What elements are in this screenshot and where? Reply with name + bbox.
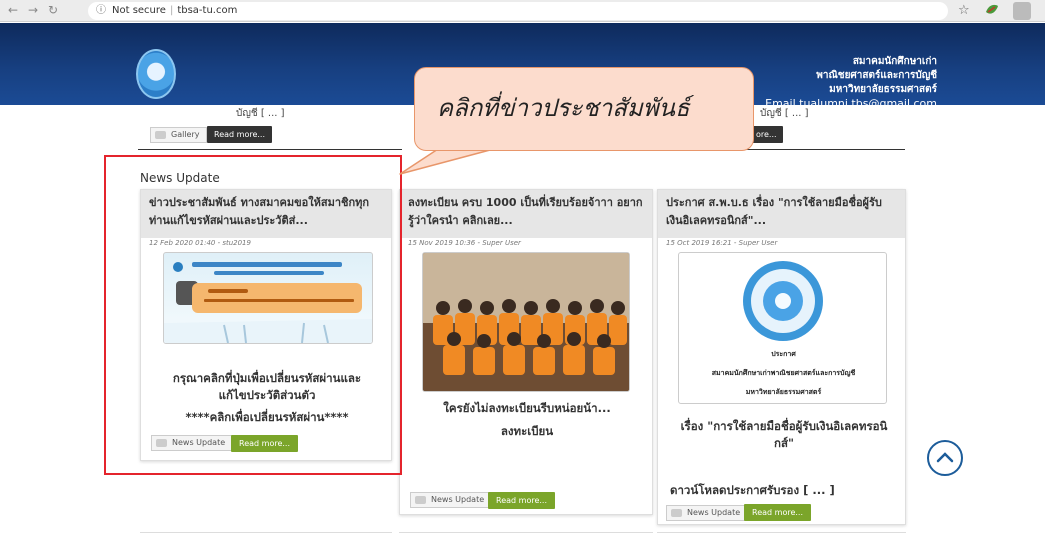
- org-name-line3: มหาวิทยาลัยธรรมศาสตร์: [829, 84, 937, 95]
- group-photo: [423, 253, 629, 391]
- folder-icon: [155, 131, 166, 139]
- reload-icon[interactable]: ↻: [46, 3, 60, 17]
- news-card-image[interactable]: ประกาศ สมาคมนักศึกษาเก่าพาณิชยศาสตร์และก…: [678, 252, 887, 404]
- news-card-meta: 15 Oct 2019 16:21 - Super User: [666, 239, 778, 247]
- category-label: News Update: [687, 508, 741, 517]
- forward-icon[interactable]: →: [26, 3, 40, 17]
- bookmark-star-icon[interactable]: ☆: [958, 3, 970, 18]
- gallery-label: Gallery: [171, 130, 200, 139]
- divider: [138, 149, 402, 150]
- prev-article-text-right: บัญชี [ ... ]: [760, 108, 809, 119]
- chevron-up-icon: [936, 452, 954, 463]
- info-icon[interactable]: ⓘ: [96, 5, 106, 16]
- highlight-box: [104, 155, 402, 475]
- next-card-edge: [657, 532, 906, 540]
- news-card-image[interactable]: [422, 252, 630, 392]
- prev-article-text-left: บัญชี [ ... ]: [236, 108, 285, 119]
- instruction-callout: คลิกที่ข่าวประชาสัมพันธ์: [414, 67, 754, 151]
- gallery-category-button[interactable]: Gallery: [150, 127, 207, 143]
- browser-toolbar: ← → ↻ ⓘ Not secure | tbsa-tu.com ☆: [0, 0, 1045, 22]
- folder-icon: [671, 509, 682, 517]
- association-logo[interactable]: [136, 49, 176, 99]
- scroll-to-top-button[interactable]: [927, 440, 963, 476]
- news-card-3[interactable]: ประกาศ ส.พ.บ.ธ เรื่อง "การใช้ลายมือชื่อผ…: [657, 189, 906, 525]
- news-card-body: ใครยังไม่ลงทะเบียนรีบหน่อยน้า...: [443, 401, 611, 415]
- next-card-edge: [140, 532, 392, 540]
- notice-caption-university: มหาวิทยาลัยธรรมศาสตร์: [745, 388, 822, 396]
- category-label: News Update: [431, 495, 485, 504]
- news-card-download-link[interactable]: ดาวน์โหลดประกาศรับรอง [ ... ]: [670, 482, 870, 499]
- org-name-line2: พาณิชยศาสตร์และการบัญชี: [816, 70, 937, 81]
- news-card-meta: 15 Nov 2019 10:36 - Super User: [408, 239, 521, 247]
- news-card-title[interactable]: ประกาศ ส.พ.บ.ธ เรื่อง "การใช้ลายมือชื่อผ…: [666, 194, 897, 230]
- profile-avatar[interactable]: [1013, 2, 1031, 20]
- callout-text: คลิกที่ข่าวประชาสัมพันธ์: [437, 94, 690, 122]
- back-icon[interactable]: ←: [6, 3, 20, 17]
- notice-caption-title: ประกาศ: [771, 350, 796, 358]
- association-seal-icon: [743, 261, 823, 341]
- url-text: tbsa-tu.com: [177, 5, 238, 16]
- notice-caption-org: สมาคมนักศึกษาเก่าพาณิชยศาสตร์และการบัญชี: [711, 369, 856, 377]
- address-bar[interactable]: ⓘ Not secure | tbsa-tu.com: [88, 2, 948, 20]
- news-card-body: เรื่อง "การใช้ลายมือชื่อผู้รับเงินอิเลคท…: [680, 419, 888, 450]
- read-more-button[interactable]: Read more...: [207, 126, 272, 143]
- read-more-button[interactable]: Read more...: [488, 492, 555, 509]
- news-card-2[interactable]: ลงทะเบียน ครบ 1000 เป็นที่เรียบร้อยจ้าาา…: [399, 189, 653, 515]
- news-card-title[interactable]: ลงทะเบียน ครบ 1000 เป็นที่เรียบร้อยจ้าาา…: [408, 194, 644, 230]
- security-label: Not secure: [112, 5, 166, 16]
- read-more-button[interactable]: ore...: [750, 126, 783, 143]
- news-card-link-text[interactable]: ลงทะเบียน: [420, 423, 634, 440]
- extension-leaf-icon[interactable]: [985, 4, 999, 16]
- next-card-edge: [399, 532, 653, 540]
- news-update-category-button[interactable]: News Update: [410, 492, 492, 508]
- org-name-line1: สมาคมนักศึกษาเก่า: [852, 56, 937, 67]
- news-update-category-button[interactable]: News Update: [666, 505, 748, 521]
- read-more-button[interactable]: Read more...: [744, 504, 811, 521]
- folder-icon: [415, 496, 426, 504]
- org-info: สมาคมนักศึกษาเก่า พาณิชยศาสตร์และการบัญช…: [765, 55, 937, 111]
